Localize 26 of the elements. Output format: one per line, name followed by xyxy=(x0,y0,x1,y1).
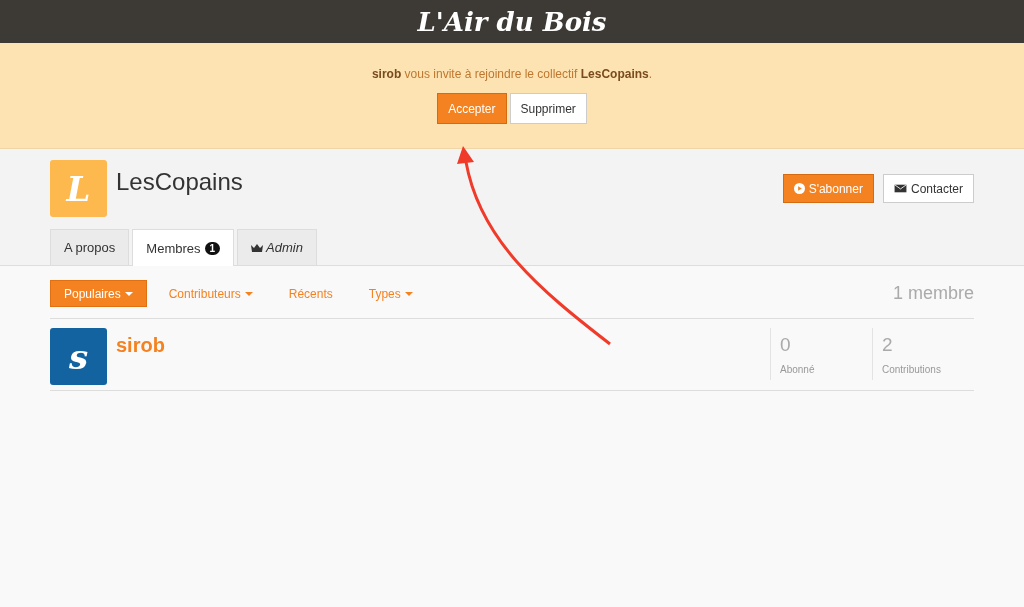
member-avatar: s xyxy=(50,328,107,385)
tab[interactable]: Admin xyxy=(237,229,317,265)
crown-icon xyxy=(251,242,264,253)
filter-button[interactable]: Types xyxy=(354,280,427,307)
filter-button[interactable]: Populaires xyxy=(50,280,147,307)
member-name-link[interactable]: sirob xyxy=(116,334,165,357)
stat-label: Abonné xyxy=(780,364,816,375)
site-logo[interactable]: L'Air du Bois xyxy=(417,6,607,37)
count-badge: 1 xyxy=(204,241,221,255)
member-count: 1 membre xyxy=(892,283,974,304)
accept-button[interactable]: Accepter xyxy=(437,93,507,124)
stat-value: 2 xyxy=(882,334,894,356)
tab[interactable]: Membres 1 xyxy=(132,229,235,266)
group-name: LesCopains xyxy=(116,168,243,196)
invitation-message: sirob vous invite à rejoindre le collectif LesCopains. xyxy=(371,67,653,81)
play-icon xyxy=(793,183,805,194)
subscribe-button[interactable]: S'abonner xyxy=(782,174,874,203)
delete-button[interactable]: Supprimer xyxy=(509,93,587,124)
contact-button[interactable]: Contacter xyxy=(882,174,974,203)
stat-label: Contributions xyxy=(882,364,942,375)
envelope-icon xyxy=(893,183,907,194)
filter-button[interactable]: Contributeurs xyxy=(154,280,267,307)
filter-button[interactable]: Récents xyxy=(274,280,347,307)
group-avatar: L xyxy=(50,160,107,217)
tab[interactable]: A propos xyxy=(50,229,130,265)
stat-value: 0 xyxy=(780,334,792,356)
